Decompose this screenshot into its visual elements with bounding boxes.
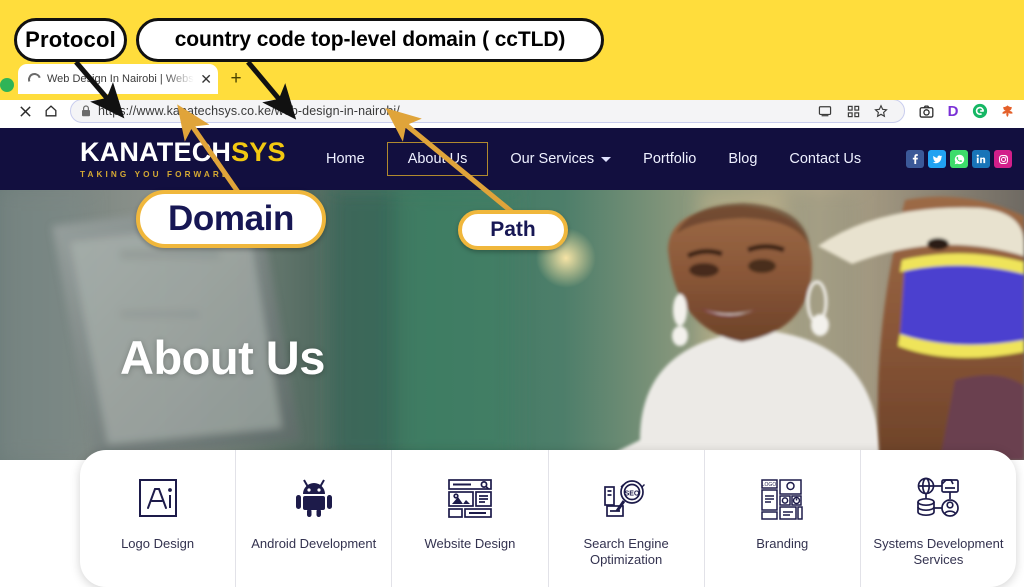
service-card-seo[interactable]: SEO Search Engine Optimization	[549, 450, 705, 587]
screenshot-extension-icon[interactable]	[913, 98, 939, 124]
d-extension-label: D	[947, 102, 959, 120]
seo-magnifier-icon: SEO	[601, 470, 651, 526]
new-tab-button[interactable]: +	[226, 69, 246, 89]
callout-path: Path	[458, 210, 568, 250]
svg-text:SEO: SEO	[625, 491, 640, 498]
nav-item-contact-us[interactable]: Contact Us	[773, 151, 877, 167]
twitter-icon[interactable]	[928, 150, 946, 168]
site-nav-links: Home About Us Our Services Portfolio Blo…	[310, 142, 877, 176]
service-card-label: Android Development	[251, 536, 377, 551]
chevron-down-icon	[601, 156, 612, 162]
logo-tagline: TAKING YOU FORWARD	[80, 170, 231, 179]
home-icon[interactable]	[38, 98, 64, 124]
hero-title: About Us	[120, 331, 325, 384]
nav-item-home[interactable]: Home	[310, 151, 381, 167]
branding-documents-icon: LOGO	[757, 470, 807, 526]
nav-item-label: Home	[326, 151, 365, 167]
service-card-label: Branding	[756, 536, 809, 551]
star-icon[interactable]	[868, 98, 894, 124]
services-card-strip: Logo Design Android Development Website …	[80, 450, 1016, 587]
systems-network-icon	[913, 470, 963, 526]
nav-item-label: Our Services	[510, 151, 595, 167]
svg-text:LOGO: LOGO	[762, 482, 777, 488]
lock-icon	[82, 105, 90, 117]
site-navbar: KANATECHSYS TAKING YOU FORWARD Home Abou…	[0, 128, 1024, 190]
logo-accent-text: SYS	[231, 137, 286, 167]
linkedin-icon[interactable]	[972, 150, 990, 168]
social-links	[906, 150, 1012, 168]
nav-item-about-us[interactable]: About Us	[386, 142, 489, 176]
nav-item-label: About Us	[407, 151, 468, 167]
whatsapp-icon[interactable]	[950, 150, 968, 168]
leaf-extension-icon[interactable]	[994, 98, 1020, 124]
service-card-label: Logo Design	[121, 536, 195, 551]
omnibox-actions	[812, 98, 894, 124]
android-icon	[291, 470, 337, 526]
adobe-illustrator-icon	[135, 470, 181, 526]
nav-item-blog[interactable]: Blog	[712, 151, 773, 167]
facebook-icon[interactable]	[906, 150, 924, 168]
callout-cctld: country code top-level domain ( ccTLD)	[136, 18, 604, 62]
screenshot-root: About Us Logo Design Android Development…	[0, 0, 1024, 587]
browser-extensions: D	[913, 98, 1024, 124]
logo-primary-text: KANATECH	[80, 137, 232, 167]
webpage-layout-icon	[445, 470, 495, 526]
close-icon[interactable]: ✕	[200, 72, 212, 86]
service-card-website-design[interactable]: Website Design	[392, 450, 549, 587]
service-card-label: Systems Development Services	[873, 536, 1004, 568]
service-card-systems-development[interactable]: Systems Development Services	[861, 450, 1016, 587]
stop-loading-button[interactable]	[12, 98, 38, 124]
service-card-logo-design[interactable]: Logo Design	[80, 450, 237, 587]
callout-domain: Domain	[136, 190, 326, 248]
callout-protocol: Protocol	[14, 18, 127, 62]
service-card-label: Website Design	[424, 536, 516, 551]
browser-tab-title: Web Design In Nairobi | Websit	[47, 73, 195, 85]
service-card-android-development[interactable]: Android Development	[236, 450, 393, 587]
nav-item-portfolio[interactable]: Portfolio	[627, 151, 712, 167]
nav-item-label: Contact Us	[789, 151, 862, 167]
nav-item-label: Blog	[728, 151, 758, 167]
address-bar-url: https://www.kanatechsys.co.ke/web-design…	[98, 104, 400, 118]
service-card-branding[interactable]: LOGO Branding	[705, 450, 861, 587]
site-logo[interactable]: KANATECHSYS TAKING YOU FORWARD	[80, 139, 288, 180]
browser-tabstrip: Web Design In Nairobi | Websit ✕ +	[0, 64, 1024, 94]
instagram-icon[interactable]	[994, 150, 1012, 168]
spinner-icon	[25, 70, 44, 88]
service-card-label: Search Engine Optimization	[583, 536, 669, 568]
address-bar[interactable]: https://www.kanatechsys.co.ke/web-design…	[70, 99, 905, 123]
browser-tab[interactable]: Web Design In Nairobi | Websit ✕	[18, 64, 218, 94]
nav-item-label: Portfolio	[643, 151, 697, 167]
qr-code-icon[interactable]	[840, 98, 866, 124]
d-extension-icon[interactable]: D	[940, 98, 966, 124]
g-extension-icon[interactable]	[967, 98, 993, 124]
cast-icon[interactable]	[812, 98, 838, 124]
nav-item-our-services[interactable]: Our Services	[494, 151, 627, 167]
logo-wordmark: KANATECHSYS	[80, 139, 288, 166]
